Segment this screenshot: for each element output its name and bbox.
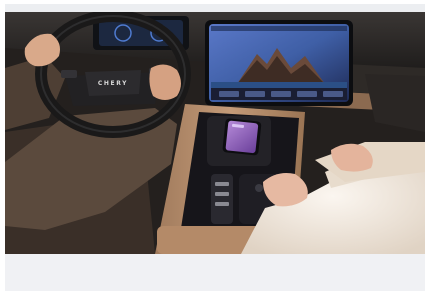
top-strip — [5, 4, 425, 12]
smartphone-icon — [222, 118, 262, 156]
car-interior-image: CHERY — [5, 12, 425, 254]
car-interior-photo[interactable]: CHERY — [5, 12, 425, 254]
steering-wheel-logo: CHERY — [98, 80, 128, 87]
caption-area — [5, 254, 425, 291]
infotainment-screen-icon — [205, 20, 353, 106]
gear-selector — [211, 174, 233, 224]
driver-right-hand — [149, 64, 181, 100]
content-card: CHERY — [5, 4, 425, 291]
